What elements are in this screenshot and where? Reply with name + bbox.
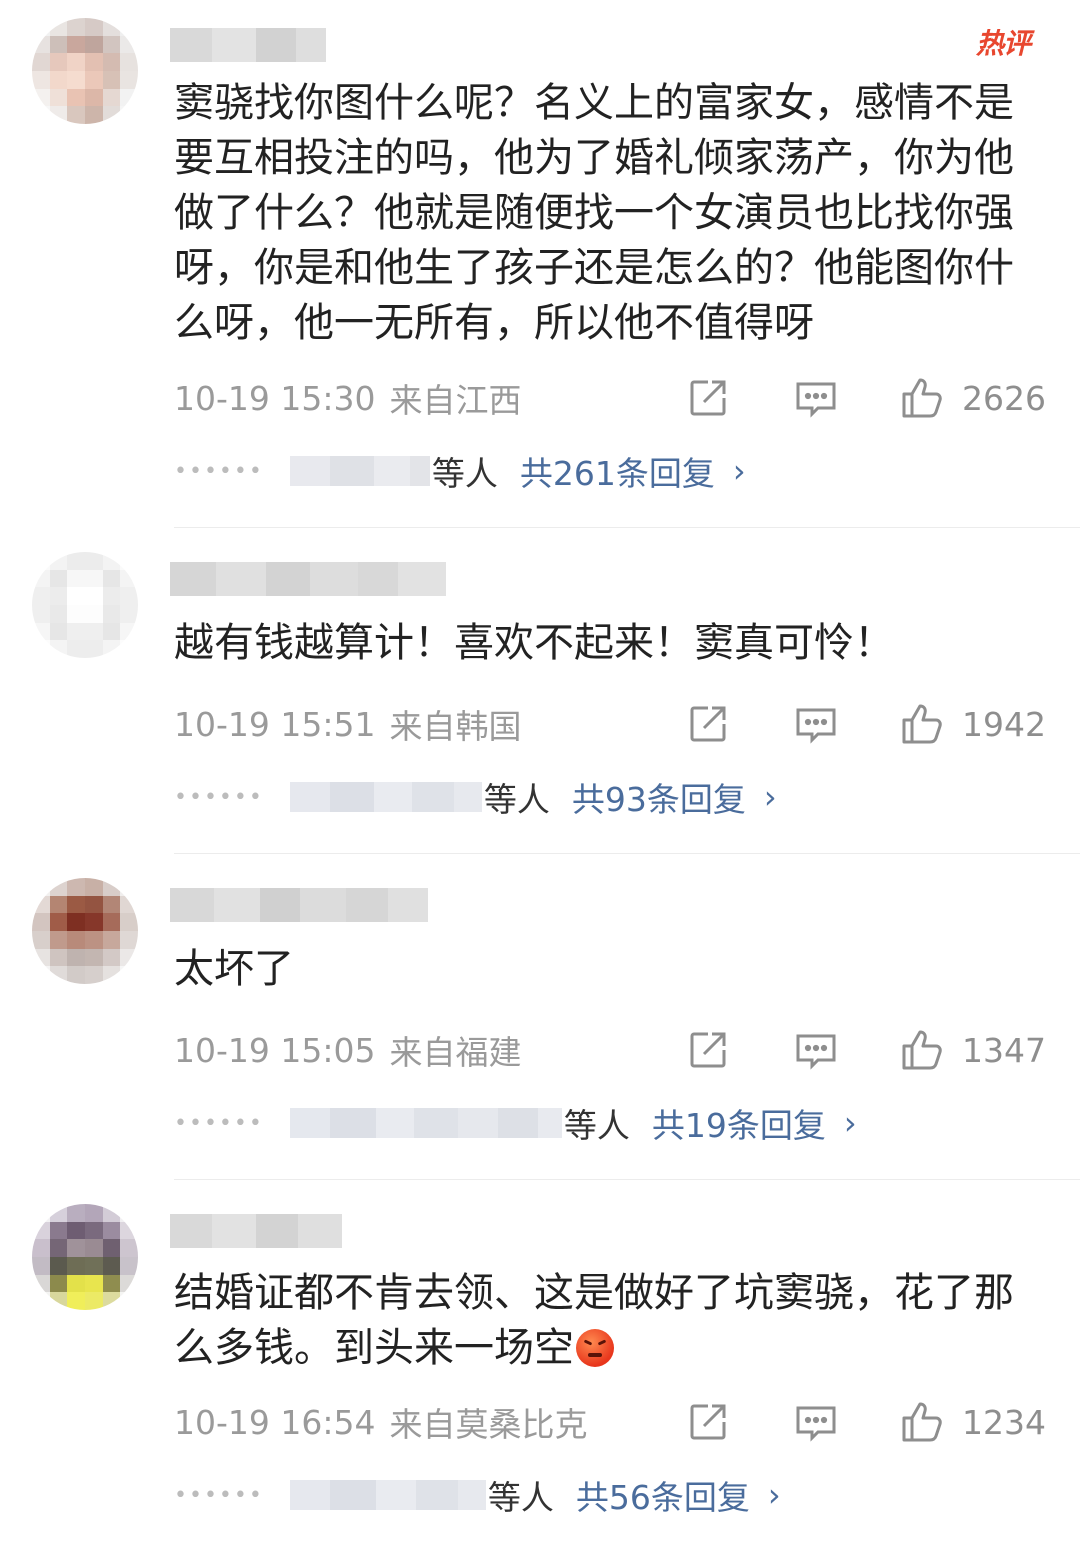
replies-link[interactable]: •••••• 等人 共56条回复 › [174, 1472, 781, 1518]
reply-usernames [289, 454, 430, 488]
thumbs-up-icon[interactable] [900, 1400, 944, 1444]
thumbs-up-icon[interactable] [900, 376, 944, 420]
comment-icon[interactable] [794, 1400, 838, 1444]
comment-text: 结婚证都不肯去领、这是做好了坑窦骁，花了那么多钱。到头来一场空 [174, 1266, 1024, 1376]
replies-dots: •••••• [174, 1482, 264, 1508]
comment-location: 来自江西 [389, 381, 522, 420]
replies-dots: •••••• [174, 1110, 264, 1136]
repost-icon[interactable] [686, 376, 730, 420]
thumbs-up-icon[interactable] [900, 702, 944, 746]
comment-time: 10-19 15:51 [174, 704, 376, 744]
comment-item: 越有钱越算计！喜欢不起来！窦真可怜！ 10-19 15:51 来自韩国 1942… [0, 528, 1080, 854]
replies-dots: •••••• [174, 784, 264, 810]
username[interactable] [170, 888, 428, 922]
comment-item: 结婚证都不肯去领、这是做好了坑窦骁，花了那么多钱。到头来一场空 10-19 16… [0, 1180, 1080, 1554]
avatar[interactable] [32, 878, 138, 984]
replies-total[interactable]: 共19条回复 [652, 1099, 826, 1147]
replies-suffix: 等人 [483, 780, 550, 819]
replies-suffix: 等人 [487, 1478, 554, 1517]
replies-dots: •••••• [174, 458, 264, 484]
reply-usernames [289, 780, 482, 814]
replies-link[interactable]: •••••• 等人 共93条回复 › [174, 774, 777, 820]
replies-link[interactable]: •••••• 等人 共261条回复 › [174, 448, 746, 494]
repost-icon[interactable] [686, 1028, 730, 1072]
replies-total[interactable]: 共93条回复 [572, 773, 746, 821]
replies-suffix: 等人 [431, 454, 498, 493]
chevron-right-icon: › [767, 1476, 781, 1514]
chevron-right-icon: › [732, 452, 746, 490]
comment-time: 10-19 15:30 [174, 378, 376, 418]
avatar[interactable] [32, 18, 138, 124]
comment-meta: 10-19 15:30 来自江西 2626 [174, 376, 1046, 420]
username[interactable] [170, 28, 326, 62]
username[interactable] [170, 562, 446, 596]
replies-total[interactable]: 共56条回复 [576, 1471, 750, 1519]
like-count: 2626 [962, 378, 1046, 418]
like-count: 1347 [962, 1030, 1046, 1070]
reply-usernames [289, 1106, 562, 1140]
comment-icon[interactable] [794, 376, 838, 420]
comment-meta: 10-19 15:51 来自韩国 1942 [174, 702, 1046, 746]
like-count: 1234 [962, 1402, 1046, 1442]
chevron-right-icon: › [843, 1104, 857, 1142]
comment-item: 热评 窦骁找你图什么呢？名义上的富家女，感情不是要互相投注的吗，他为了婚礼倾家荡… [0, 0, 1080, 528]
avatar[interactable] [32, 1204, 138, 1310]
avatar[interactable] [32, 552, 138, 658]
comment-icon[interactable] [794, 1028, 838, 1072]
replies-link[interactable]: •••••• 等人 共19条回复 › [174, 1100, 857, 1146]
thumbs-up-icon[interactable] [900, 1028, 944, 1072]
chevron-right-icon: › [763, 778, 777, 816]
comment-text: 窦骁找你图什么呢？名义上的富家女，感情不是要互相投注的吗，他为了婚礼倾家荡产，你… [174, 80, 1014, 346]
repost-icon[interactable] [686, 1400, 730, 1444]
comment-meta: 10-19 16:54 来自莫桑比克 1234 [174, 1400, 1046, 1444]
replies-total[interactable]: 共261条回复 [520, 447, 715, 495]
comment-text: 太坏了 [174, 946, 294, 992]
repost-icon[interactable] [686, 702, 730, 746]
comment-location: 来自韩国 [389, 707, 522, 746]
comment-icon[interactable] [794, 702, 838, 746]
comment-item: 太坏了 10-19 15:05 来自福建 1347 •••••• 等人 共19条… [0, 854, 1080, 1180]
angry-face-emoji [576, 1329, 614, 1367]
replies-suffix: 等人 [563, 1106, 630, 1145]
reply-usernames [289, 1478, 486, 1512]
like-count: 1942 [962, 704, 1046, 744]
comment-time: 10-19 16:54 [174, 1402, 376, 1442]
comment-location: 来自莫桑比克 [389, 1405, 588, 1444]
comment-location: 来自福建 [389, 1033, 522, 1072]
comment-meta: 10-19 15:05 来自福建 1347 [174, 1028, 1046, 1072]
comment-text: 越有钱越算计！喜欢不起来！窦真可怜！ [174, 620, 894, 666]
hot-comment-badge: 热评 [975, 27, 1031, 60]
username[interactable] [170, 1214, 342, 1248]
comment-time: 10-19 15:05 [174, 1030, 376, 1070]
